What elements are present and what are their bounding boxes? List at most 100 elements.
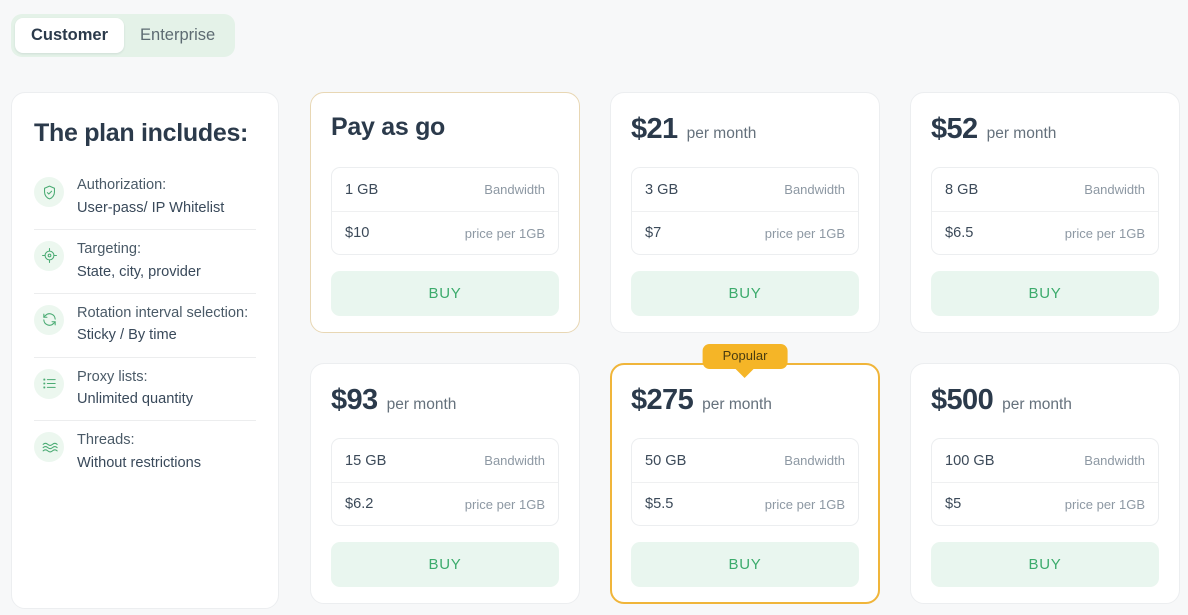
pricing-card: $52 per month 8 GB Bandwidth $6.5 price per 1… xyxy=(910,92,1180,333)
spec-unit-price: $10 price per 1GB xyxy=(332,211,558,254)
bandwidth-value: 8 GB xyxy=(945,181,979,198)
feature-title: Targeting: xyxy=(77,240,142,257)
unit-price-label: price per 1GB xyxy=(464,225,545,241)
card-specs: 8 GB Bandwidth $6.5 price per 1GB xyxy=(931,167,1159,255)
spec-bandwidth: 50 GB Bandwidth xyxy=(632,439,858,482)
unit-price-label: price per 1GB xyxy=(764,496,845,512)
feature-value: User-pass/ IP Whitelist xyxy=(77,199,225,216)
buy-button[interactable]: BUY xyxy=(931,271,1159,316)
buy-button[interactable]: BUY xyxy=(631,271,859,316)
card-price-row: $21 per month xyxy=(631,115,859,155)
card-price-row: $93 per month xyxy=(331,386,559,426)
feature-value: Sticky / By time xyxy=(77,327,177,344)
target-icon xyxy=(34,240,64,271)
unit-price-value: $7 xyxy=(645,225,662,241)
card-price: $275 xyxy=(631,384,694,416)
unit-price-value: $5.5 xyxy=(645,496,674,512)
card-specs: 100 GB Bandwidth $5 price per 1GB xyxy=(931,438,1159,526)
buy-button[interactable]: BUY xyxy=(331,271,559,316)
card-period: per month xyxy=(686,125,757,142)
pricing-card: $21 per month 3 GB Bandwidth $7 price per 1GB… xyxy=(610,92,880,333)
unit-price-value: $10 xyxy=(345,225,370,241)
bandwidth-label: Bandwidth xyxy=(1084,453,1145,468)
bandwidth-label: Bandwidth xyxy=(484,182,545,197)
bandwidth-value: 50 GB xyxy=(645,452,687,469)
tab-customer[interactable]: Customer xyxy=(15,18,125,53)
card-price-row: $275 per month xyxy=(631,386,859,426)
card-price-row: $52 per month xyxy=(931,115,1159,155)
shield-check-icon xyxy=(34,177,64,207)
feature-title: Threads: xyxy=(77,432,135,449)
spec-bandwidth: 1 GB Bandwidth xyxy=(332,168,558,211)
feature-value: State, city, provider xyxy=(77,263,201,280)
card-period: per month xyxy=(702,396,772,413)
card-price: Pay as go xyxy=(331,113,446,141)
feature-item: Threads: Without restrictions xyxy=(34,420,256,484)
card-period: per month xyxy=(986,125,1057,142)
bandwidth-label: Bandwidth xyxy=(1084,182,1145,197)
feature-title: Proxy lists: xyxy=(77,368,148,385)
bandwidth-label: Bandwidth xyxy=(784,453,845,468)
spec-unit-price: $5 price per 1GB xyxy=(932,482,1158,525)
card-price: $93 xyxy=(331,384,378,416)
bandwidth-value: 1 GB xyxy=(345,181,379,198)
pricing-card: $93 per month 15 GB Bandwidth $6.2 price per … xyxy=(310,363,580,604)
plan-type-tabs: Customer Enterprise xyxy=(11,14,236,57)
list-icon xyxy=(34,368,64,399)
unit-price-value: $6.2 xyxy=(345,496,374,512)
feature-item: Proxy lists: Unlimited quantity xyxy=(34,356,256,421)
rotation-icon xyxy=(34,304,64,335)
card-period: per month xyxy=(386,396,457,413)
plan-includes-panel: The plan includes: Authorization: User-pa… xyxy=(11,92,279,609)
popular-badge: Popular xyxy=(702,344,788,369)
tab-enterprise[interactable]: Enterprise xyxy=(124,18,231,53)
spec-bandwidth: 100 GB Bandwidth xyxy=(932,439,1158,482)
card-specs: 1 GB Bandwidth $10 price per 1GB xyxy=(331,167,559,255)
plan-includes-title: The plan includes: xyxy=(34,119,249,147)
unit-price-label: price per 1GB xyxy=(764,225,845,241)
spec-bandwidth: 15 GB Bandwidth xyxy=(332,439,558,482)
feature-item: Rotation interval selection: Sticky / By … xyxy=(34,292,256,357)
card-price: $500 xyxy=(931,384,994,416)
pricing-card: $500 per month 100 GB Bandwidth $5 price per … xyxy=(910,363,1180,604)
pricing-card: Pay as go 1 GB Bandwidth $10 price per 1GB BU… xyxy=(310,92,580,333)
feature-value: Without restrictions xyxy=(77,455,202,472)
feature-item: Targeting: State, city, provider xyxy=(34,228,256,293)
feature-item: Authorization: User-pass/ IP Whitelist xyxy=(34,166,256,229)
unit-price-value: $6.5 xyxy=(945,225,974,241)
spec-unit-price: $7 price per 1GB xyxy=(632,211,858,254)
pricing-page: Customer Enterprise The plan includes: Au… xyxy=(0,0,1188,615)
threads-icon xyxy=(34,432,64,463)
card-specs: 3 GB Bandwidth $7 price per 1GB xyxy=(631,167,859,255)
unit-price-label: price per 1GB xyxy=(464,496,545,512)
bandwidth-label: Bandwidth xyxy=(784,182,845,197)
card-specs: 50 GB Bandwidth $5.5 price per 1GB xyxy=(631,438,859,526)
card-specs: 15 GB Bandwidth $6.2 price per 1GB xyxy=(331,438,559,526)
spec-bandwidth: 3 GB Bandwidth xyxy=(632,168,858,211)
card-price: $52 xyxy=(931,113,978,145)
bandwidth-value: 100 GB xyxy=(945,452,995,469)
spec-bandwidth: 8 GB Bandwidth xyxy=(932,168,1158,211)
unit-price-label: price per 1GB xyxy=(1064,225,1145,241)
card-price-row: $500 per month xyxy=(931,386,1159,426)
buy-button[interactable]: BUY xyxy=(331,542,559,587)
spec-unit-price: $5.5 price per 1GB xyxy=(632,482,858,525)
card-price-row: Pay as go xyxy=(331,115,559,155)
card-price: $21 xyxy=(631,113,678,145)
feature-title: Authorization: xyxy=(77,177,167,193)
pricing-card: Popular $275 per month 50 GB Bandwidth $5.5 pr… xyxy=(610,344,880,604)
buy-button[interactable]: BUY xyxy=(631,542,859,587)
spec-unit-price: $6.2 price per 1GB xyxy=(332,482,558,525)
spec-unit-price: $6.5 price per 1GB xyxy=(932,211,1158,254)
feature-list: Authorization: User-pass/ IP Whitelist Tar… xyxy=(34,166,256,484)
bandwidth-value: 15 GB xyxy=(345,452,387,469)
unit-price-label: price per 1GB xyxy=(1064,496,1145,512)
bandwidth-label: Bandwidth xyxy=(484,453,545,468)
buy-button[interactable]: BUY xyxy=(931,542,1159,587)
feature-value: Unlimited quantity xyxy=(77,391,193,408)
bandwidth-value: 3 GB xyxy=(645,181,679,198)
card-period: per month xyxy=(1002,396,1072,413)
feature-title: Rotation interval selection: xyxy=(77,304,249,321)
unit-price-value: $5 xyxy=(945,496,962,512)
pricing-card-grid: Pay as go 1 GB Bandwidth $10 price per 1GB BU… xyxy=(310,92,1182,604)
